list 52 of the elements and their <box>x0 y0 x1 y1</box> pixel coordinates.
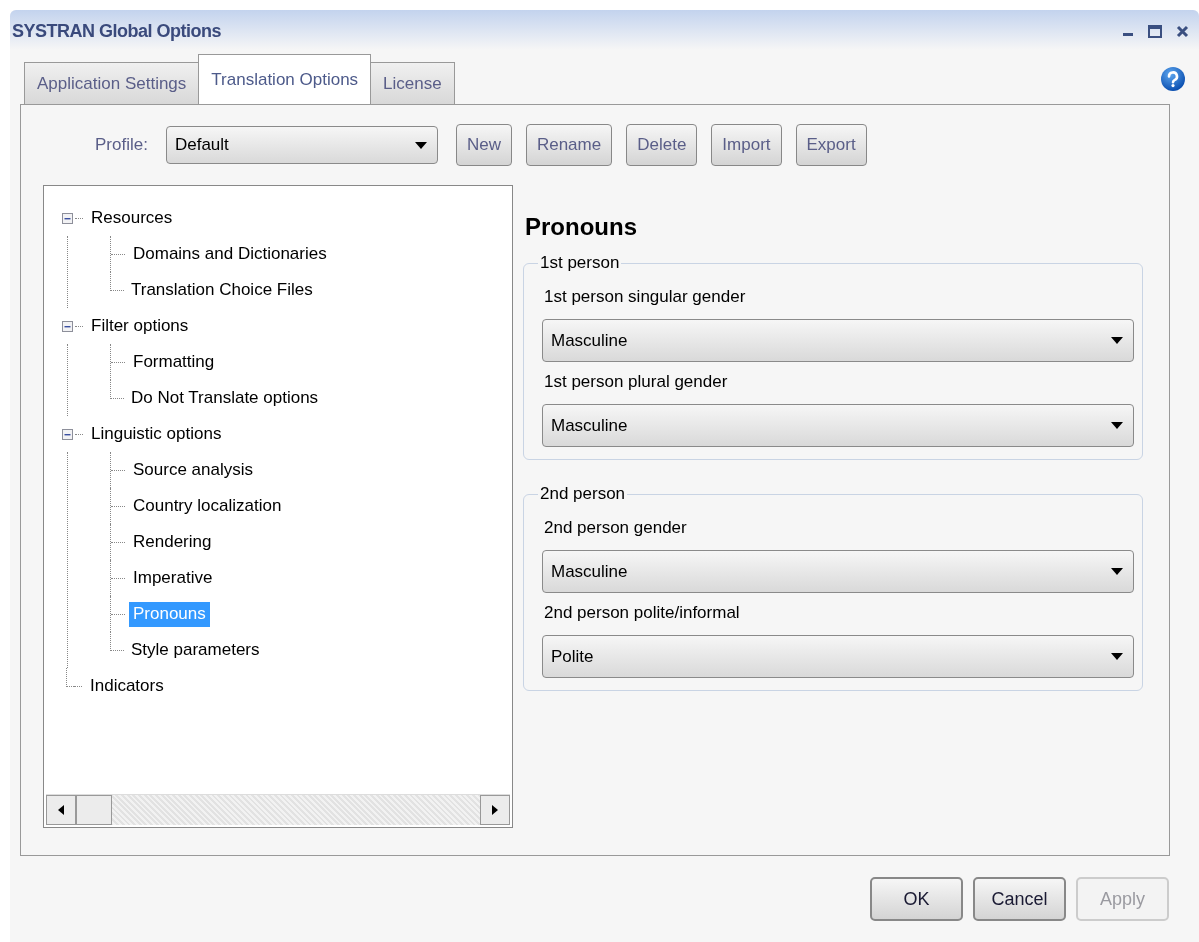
caret-icon <box>1111 653 1123 660</box>
caret-icon <box>1111 568 1123 575</box>
profile-label: Profile: <box>95 135 148 155</box>
close-icon[interactable] <box>1176 24 1189 38</box>
tree-item[interactable]: Formatting <box>129 349 219 375</box>
tree-item[interactable]: Resources <box>87 205 177 231</box>
profile-button[interactable]: Export <box>795 124 867 166</box>
dropdown[interactable]: Masculine <box>542 404 1134 447</box>
tree-item[interactable]: Domains and Dictionaries <box>129 241 331 267</box>
profile-button[interactable]: Delete <box>626 124 698 166</box>
dropdown[interactable]: Masculine <box>542 550 1134 593</box>
field-label: 1st person singular gender <box>544 287 747 307</box>
caret-icon <box>1111 337 1123 344</box>
tab[interactable]: License <box>370 62 455 104</box>
tree-item[interactable]: Do Not Translate options <box>127 385 323 411</box>
tree-item[interactable]: Translation Choice Files <box>127 277 317 303</box>
caret-icon <box>414 141 427 149</box>
tab[interactable]: Translation Options <box>198 54 372 104</box>
tree-item[interactable]: Country localization <box>129 493 286 519</box>
tree-item[interactable]: Source analysis <box>129 457 257 483</box>
tree-item[interactable]: Imperative <box>129 565 217 591</box>
profile-button[interactable]: Import <box>711 124 782 166</box>
tree-item[interactable]: Filter options <box>87 313 193 339</box>
horizontal-scrollbar[interactable] <box>46 794 510 825</box>
profile-button[interactable]: New <box>455 124 512 166</box>
dialog-button[interactable]: Cancel <box>973 877 1066 921</box>
tree-item[interactable]: Linguistic options <box>87 421 226 447</box>
profile-dropdown[interactable]: Default <box>165 126 438 164</box>
group-title: 2nd person <box>539 484 627 504</box>
field-label: 2nd person gender <box>544 518 688 538</box>
scroll-left-icon[interactable] <box>58 805 64 815</box>
dialog-button[interactable]: OK <box>870 877 963 921</box>
field-label: 2nd person polite/informal <box>544 603 741 623</box>
collapse-icon[interactable] <box>62 428 73 440</box>
profile-button[interactable]: Rename <box>525 124 613 166</box>
dropdown[interactable]: Polite <box>542 635 1134 678</box>
tab[interactable]: Application Settings <box>24 62 200 104</box>
group-title: 1st person <box>539 253 621 273</box>
window-title: SYSTRAN Global Options <box>12 20 221 42</box>
help-icon[interactable] <box>1160 66 1186 92</box>
collapse-icon[interactable] <box>62 320 73 332</box>
tree-item[interactable]: Rendering <box>129 529 216 555</box>
collapse-icon[interactable] <box>62 212 73 224</box>
scroll-right-icon[interactable] <box>492 805 498 815</box>
maximize-icon[interactable] <box>1148 24 1162 38</box>
tree-item[interactable]: Indicators <box>86 673 168 699</box>
dropdown[interactable]: Masculine <box>542 319 1134 362</box>
section-heading: Pronouns <box>525 213 638 241</box>
tree-item[interactable]: Style parameters <box>127 637 264 663</box>
field-label: 1st person plural gender <box>544 372 729 392</box>
scroll-thumb[interactable] <box>76 795 112 825</box>
caret-icon <box>1111 422 1123 429</box>
